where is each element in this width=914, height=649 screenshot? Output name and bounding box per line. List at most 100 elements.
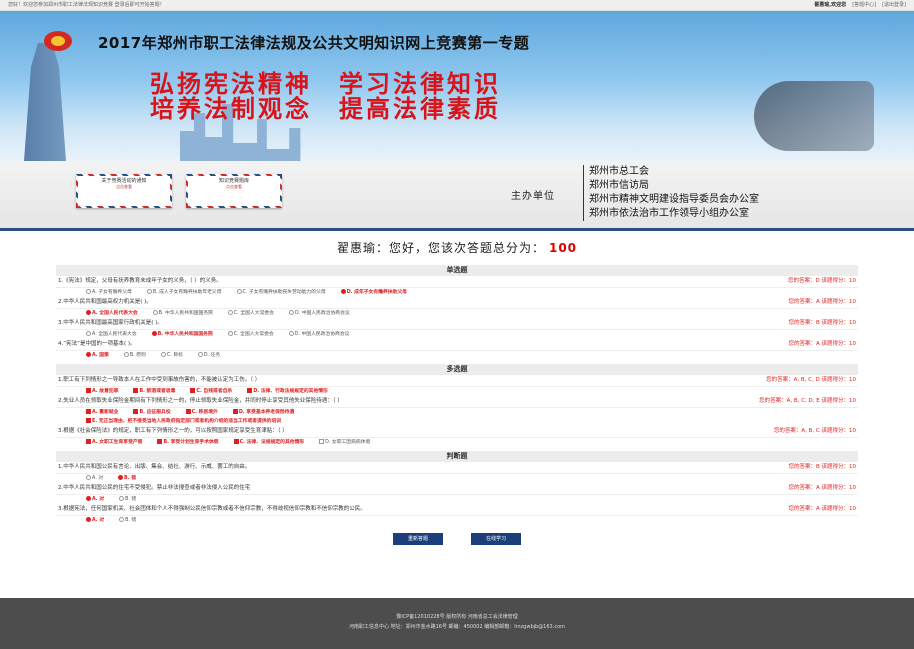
answer-option[interactable]: B. 错 [117, 474, 136, 483]
answer-center-link[interactable]: [答题中心] [852, 0, 876, 10]
radio-icon[interactable] [86, 475, 91, 480]
answer-option[interactable]: A. 子女有赡养父母 [85, 288, 132, 297]
option-label: C. 移居境外 [191, 410, 218, 415]
option-row: A. 女职工生育享受产假 B. 享受计划生育手术休假 C. 法律、法规规定的其他情形… [56, 438, 858, 447]
answer-option[interactable]: D. 法律、行政法规规定的其他情形 [246, 387, 328, 396]
radio-icon[interactable] [340, 289, 346, 294]
answer-score: 您的答案：A, B, C 该题得分：10 [773, 428, 856, 434]
answer-option[interactable]: C. 法律、法规规定的其他情形 [233, 438, 304, 447]
answer-option[interactable]: A. 重新就业 [85, 408, 118, 417]
radio-icon[interactable] [119, 496, 125, 501]
envelope-sub: 点击查看 [226, 184, 242, 189]
answer-option[interactable]: C. 目标 [160, 351, 183, 360]
radio-icon[interactable] [160, 352, 166, 357]
answer-option[interactable]: D. 中国人民政治协商会议 [288, 309, 350, 318]
radio-icon[interactable] [119, 517, 125, 522]
checkbox-icon[interactable] [86, 439, 91, 444]
radio-icon[interactable] [86, 289, 91, 294]
answer-option[interactable]: A. 全国人民代表大会 [85, 330, 137, 339]
checkbox-icon[interactable] [133, 388, 139, 393]
answer-option[interactable]: C. 全国人大常委会 [227, 309, 274, 318]
answer-option[interactable]: A. 女职工生育享受产假 [85, 438, 142, 447]
radio-icon[interactable] [86, 496, 91, 501]
radio-icon[interactable] [288, 331, 294, 336]
radio-icon[interactable] [146, 289, 152, 294]
option-label: A. 故意犯罪 [92, 389, 119, 394]
answer-option[interactable]: B. 原则 [123, 351, 146, 360]
checkbox-icon[interactable] [190, 388, 196, 393]
checkbox-icon[interactable] [86, 418, 91, 423]
answer-option[interactable]: B. 错 [118, 495, 136, 504]
radio-icon[interactable] [288, 310, 294, 315]
radio-icon[interactable] [227, 331, 233, 336]
answer-option[interactable]: B. 错 [118, 516, 136, 525]
radio-icon[interactable] [123, 352, 129, 357]
answer-option[interactable]: C. 自残或者自杀 [189, 387, 232, 396]
answer-option[interactable]: B. 醉酒或者吸毒 [132, 387, 175, 396]
answer-option[interactable]: B. 成人子女有赡养扶助年老父母 [146, 288, 222, 297]
study-button[interactable]: 在线学习 [471, 533, 521, 545]
answer-option[interactable]: A. 全国人民代表大会 [85, 309, 138, 318]
radio-icon[interactable] [236, 289, 242, 294]
answer-sections: 单选题 1.《宪法》规定，父母有抚养教育未成年子女的义务，（ ）的义务。 您的答案：… [56, 265, 858, 525]
answer-option[interactable]: C. 全国人大常委会 [227, 330, 274, 339]
checkbox-icon[interactable] [319, 439, 325, 444]
radio-icon[interactable] [86, 331, 91, 336]
option-row: E. 无正当理由，拒不接受当地人民政府指定部门或者机构介绍的适当工作或者提供的培… [56, 417, 858, 426]
checkbox-icon[interactable] [86, 388, 91, 393]
radio-icon[interactable] [86, 352, 91, 357]
answer-option[interactable]: B. 中华人民共和国国务院 [152, 309, 213, 318]
answer-option[interactable]: D. 成年子女有赡养扶助父母 [340, 288, 407, 297]
answer-option[interactable]: A. 对 [85, 474, 103, 483]
checkbox-icon[interactable] [157, 439, 163, 444]
answer-option[interactable]: D. 享受基本养老保险待遇 [232, 408, 294, 417]
organizer-list: 郑州市总工会 郑州市信访局 郑州市精神文明建设指导委员会办公室 郑州市依法治市工… [583, 165, 759, 221]
checkbox-icon[interactable] [233, 439, 239, 444]
answer-option[interactable]: D. 女职工因病病休假 [318, 438, 370, 447]
retry-button[interactable]: 重新答题 [393, 533, 443, 545]
answer-option[interactable]: A. 对 [85, 516, 104, 525]
question-row: 2.中华人民共和国公民的住宅不受侵犯。禁止非法搜查或者非法侵入公民的住宅 您的答案… [56, 483, 858, 495]
question-text: 1.中华人民共和国公民有言论、出版、集会、结社、游行、示威、罢工的自由。 [58, 464, 251, 470]
radio-icon[interactable] [118, 475, 124, 480]
answer-option[interactable]: B. 应征服兵役 [132, 408, 171, 417]
option-label: A. 对 [92, 497, 105, 502]
answer-option[interactable]: C. 子女有赡养扶助丧失劳动能力的父母 [236, 288, 326, 297]
radio-icon[interactable] [152, 310, 158, 315]
radio-icon[interactable] [197, 352, 203, 357]
envelope-title: 知识竞赛题库 [218, 178, 249, 184]
option-label: B. 醉酒或者吸毒 [139, 389, 176, 394]
radio-icon[interactable] [86, 310, 91, 315]
answer-option[interactable]: A. 故意犯罪 [85, 387, 118, 396]
organizer-label: 主办单位 [511, 191, 555, 202]
option-label: A. 全国人民代表大会 [92, 332, 137, 337]
checkbox-icon[interactable] [185, 409, 191, 414]
checkbox-icon[interactable] [232, 409, 238, 414]
radio-icon[interactable] [227, 310, 233, 315]
question-text: 3.中华人民共和国最高国家行政机关是( )。 [58, 320, 163, 326]
section-title: 判断题 [56, 451, 858, 462]
radio-icon[interactable] [151, 331, 157, 336]
answer-option[interactable]: C. 移居境外 [185, 408, 218, 417]
checkbox-icon[interactable] [247, 388, 253, 393]
checkbox-icon[interactable] [133, 409, 139, 414]
logout-link[interactable]: [退出登录] [882, 0, 906, 10]
answer-option[interactable]: B. 中华人民共和国国务院 [151, 330, 213, 339]
answer-option[interactable]: D. 任务 [197, 351, 220, 360]
question-text: 2.中华人民共和国最高权力机关是( )。 [58, 299, 152, 305]
answer-option[interactable]: E. 无正当理由，拒不接受当地人民政府指定部门或者机构介绍的适当工作或者提供的培… [85, 417, 281, 426]
question-bank-envelope[interactable]: 知识竞赛题库 点击查看 [186, 174, 282, 208]
option-label: B. 应征服兵役 [139, 410, 171, 415]
radio-icon[interactable] [86, 517, 91, 522]
option-label: C. 全国人大常委会 [233, 332, 274, 337]
option-label: D. 中国人民政治协商会议 [294, 332, 350, 337]
notice-envelope[interactable]: 关于竞赛活动的通知 点击查看 [76, 174, 172, 208]
answer-option[interactable]: D. 中国人民政治协商会议 [288, 330, 350, 339]
checkbox-icon[interactable] [86, 409, 91, 414]
option-label: B. 中华人民共和国国务院 [157, 332, 213, 337]
answer-option[interactable]: A. 对 [85, 495, 104, 504]
score-summary: 翟惠瑜：您好，您该次答题总分为： 100 [0, 239, 914, 261]
option-label: D. 任务 [203, 353, 221, 358]
answer-option[interactable]: B. 享受计划生育手术休假 [156, 438, 219, 447]
answer-option[interactable]: A. 国策 [85, 351, 109, 360]
